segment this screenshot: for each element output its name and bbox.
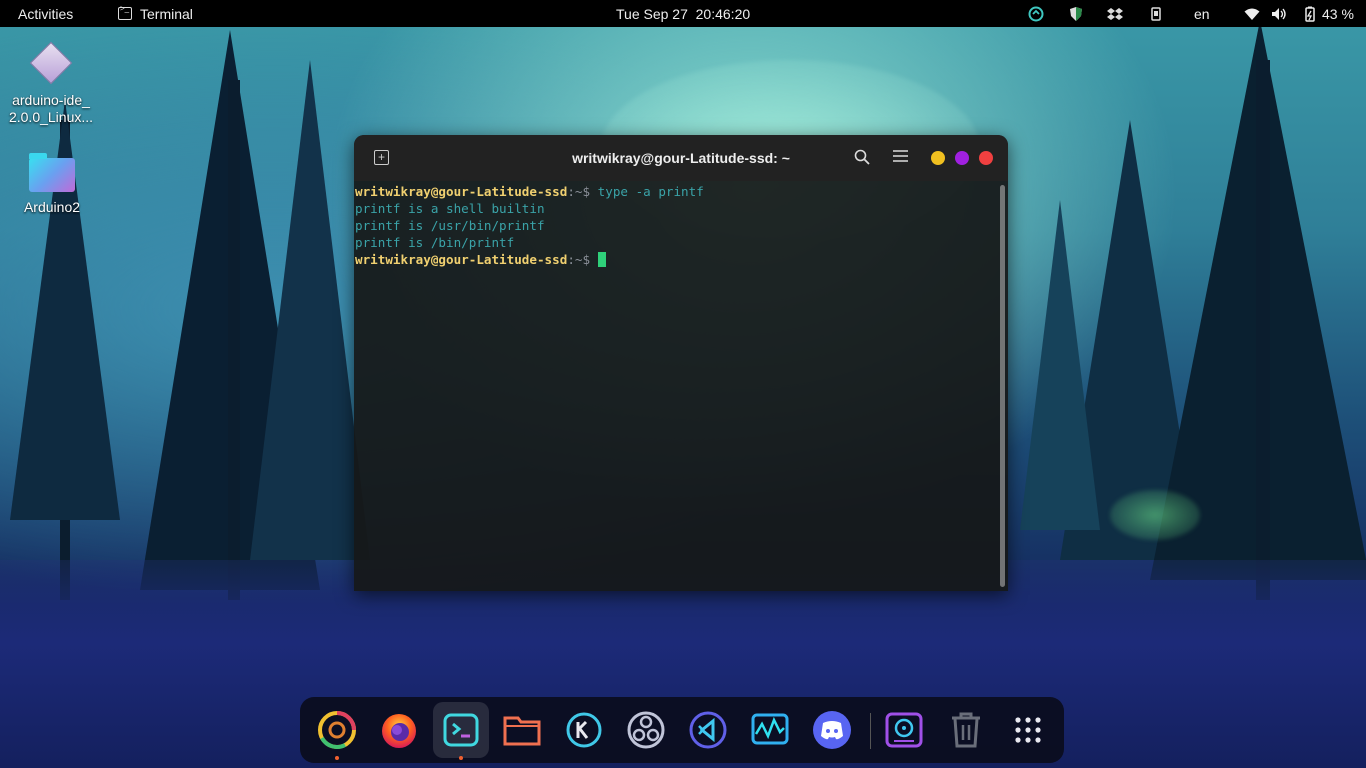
running-indicator [459,756,463,760]
prompt-path: :~$ [567,184,598,199]
files-icon [503,716,541,746]
desktop-item-arduino2[interactable]: Arduino2 [2,153,102,215]
dock-item-terminal[interactable] [433,702,489,760]
battery-icon[interactable] [1302,6,1318,22]
desktop-item-arduino-ide[interactable]: arduino-ide_ 2.0.0_Linux... [1,38,101,126]
keyboard-layout[interactable]: en [1194,0,1210,27]
close-button[interactable] [979,151,993,165]
output-line: printf is /usr/bin/printf [355,218,545,233]
maximize-button[interactable] [955,151,969,165]
window-title: writwikray@gour-Latitude-ssd: ~ [572,150,790,166]
app-grid-icon [1015,717,1041,743]
output-line: printf is /bin/printf [355,235,515,250]
obs-icon [627,711,665,749]
prompt-path: :~$ [567,252,591,267]
terminal-icon [443,713,479,747]
dock-item-obs[interactable] [623,707,669,753]
desktop-item-label: Arduino2 [23,199,81,215]
terminal-window[interactable]: + writwikray@gour-Latitude-ssd: ~ writwi… [354,135,1008,591]
terminal-app-icon [118,4,132,20]
firefox-icon [382,714,416,748]
app-menu-terminal[interactable]: Terminal [118,0,193,27]
dock-item-app-grid[interactable] [1005,707,1051,753]
discord-icon [813,711,851,749]
search-icon[interactable] [854,149,870,169]
vscode-icon [689,711,727,749]
window-titlebar[interactable]: + writwikray@gour-Latitude-ssd: ~ [354,135,1008,181]
dropbox-icon[interactable] [1107,6,1123,22]
app-name-label: Terminal [140,5,193,22]
menu-icon[interactable] [893,149,908,167]
dock-item-kde-connect[interactable] [561,707,607,753]
dock-item-discord[interactable] [809,707,855,753]
device-icon[interactable] [1148,6,1164,22]
clock[interactable]: Tue Sep 27 20:46:20 [616,0,750,27]
dock-item-files[interactable] [499,707,545,753]
archive-icon [29,41,73,85]
folder-icon [29,153,75,192]
minimize-button[interactable] [931,151,945,165]
kde-connect-icon [566,712,602,748]
dock [300,697,1064,763]
prompt-user: writwikray@gour-Latitude-ssd [355,184,568,199]
text-cursor [598,252,607,267]
shield-icon[interactable] [1068,6,1084,22]
dock-item-firefox[interactable] [376,707,422,753]
activities-label: Activities [18,5,74,22]
volume-icon[interactable] [1271,6,1287,22]
terminal-output[interactable]: writwikray@gour-Latitude-ssd:~$ type -a … [354,181,1008,591]
prompt-line: writwikray@gour-Latitude-ssd:~$ [355,251,1008,268]
desktop-item-label: arduino-ide_ 2.0.0_Linux... [8,92,94,125]
language-label: en [1194,5,1210,22]
datetime-label: Tue Sep 27 20:46:20 [616,5,751,22]
new-tab-icon[interactable]: + [374,150,389,165]
trash-icon [952,712,980,748]
battery-label: 43 % [1322,5,1354,22]
disk-burner-icon [885,712,923,748]
dock-item-system-monitor[interactable] [747,707,793,753]
dock-item-disk-burner[interactable] [881,707,927,753]
activities-button[interactable]: Activities [18,0,73,27]
prompt-line: writwikray@gour-Latitude-ssd:~$ type -a … [355,183,1008,200]
scrollbar[interactable] [1000,185,1005,587]
command-text: type -a printf [597,184,704,199]
top-bar: Activities Terminal Tue Sep 27 20:46:20 … [0,0,1366,27]
output-line: printf is a shell builtin [355,201,545,216]
dock-separator [870,713,871,749]
system-monitor-icon [751,713,789,745]
wifi-icon[interactable] [1244,6,1260,22]
sync-icon[interactable] [1028,6,1044,22]
dock-item-trash[interactable] [943,707,989,753]
running-indicator [335,756,339,760]
dock-item-chrome[interactable] [314,707,360,760]
prompt-user: writwikray@gour-Latitude-ssd [355,252,568,267]
dock-item-vscode[interactable] [685,707,731,753]
battery-percentage[interactable]: 43 % [1322,0,1354,27]
chrome-icon [318,711,356,749]
